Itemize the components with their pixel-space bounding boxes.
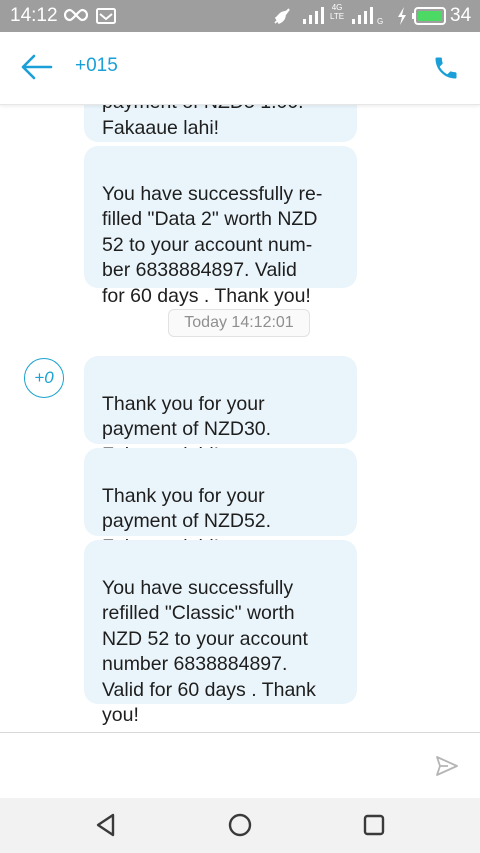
battery-icon bbox=[412, 7, 446, 25]
signal-icon bbox=[303, 7, 324, 24]
status-time: 14:12 bbox=[10, 5, 58, 26]
mute-icon bbox=[274, 8, 290, 24]
message-list[interactable]: payment of NZD5 1.00. Fakaaue lahi! You … bbox=[0, 104, 480, 732]
message-input[interactable] bbox=[14, 745, 414, 787]
infinity-icon bbox=[64, 8, 88, 22]
message-cut-line: payment of NZD5 1.00. bbox=[102, 104, 345, 116]
message-text: Fakaaue lahi! bbox=[102, 116, 220, 139]
app-bar: +015 bbox=[0, 32, 480, 105]
arrow-left-icon[interactable] bbox=[20, 52, 54, 82]
nav-back-icon[interactable] bbox=[92, 811, 120, 839]
nav-home-icon[interactable] bbox=[226, 811, 254, 839]
message-text: You have successfully re- filled "Data 2… bbox=[102, 182, 323, 307]
send-icon[interactable] bbox=[434, 753, 460, 779]
nav-recents-icon[interactable] bbox=[360, 811, 388, 839]
message-bubble[interactable]: Thank you for your payment of NZD52. Fak… bbox=[84, 448, 357, 558]
message-bubble[interactable]: You have successfully re- filled "Data 2… bbox=[84, 146, 357, 307]
message-bubble[interactable]: Thank you for your payment of NZD30. Fak… bbox=[84, 356, 357, 466]
message-bubble[interactable]: You have successfully refilled "Classic"… bbox=[84, 540, 357, 726]
charging-icon bbox=[398, 7, 406, 25]
navigation-bar bbox=[0, 798, 480, 853]
contact-title[interactable]: +015 bbox=[75, 55, 118, 77]
network-type-label: 4G LTE bbox=[330, 3, 345, 21]
timestamp-divider: Today 14:12:01 bbox=[168, 309, 310, 337]
message-bubble[interactable]: payment of NZD5 1.00. Fakaaue lahi! bbox=[84, 104, 357, 142]
battery-level: 34 bbox=[450, 5, 472, 26]
message-text: You have successfully refilled "Classic"… bbox=[102, 576, 316, 727]
compose-bar bbox=[0, 732, 480, 799]
status-bar: 14:12 4G LTE G 34 bbox=[0, 0, 480, 32]
svg-text:G: G bbox=[377, 17, 383, 26]
avatar[interactable]: +0 bbox=[24, 358, 64, 398]
signal-icon: G bbox=[352, 7, 383, 26]
mail-icon bbox=[96, 8, 116, 24]
phone-icon[interactable] bbox=[432, 54, 460, 82]
